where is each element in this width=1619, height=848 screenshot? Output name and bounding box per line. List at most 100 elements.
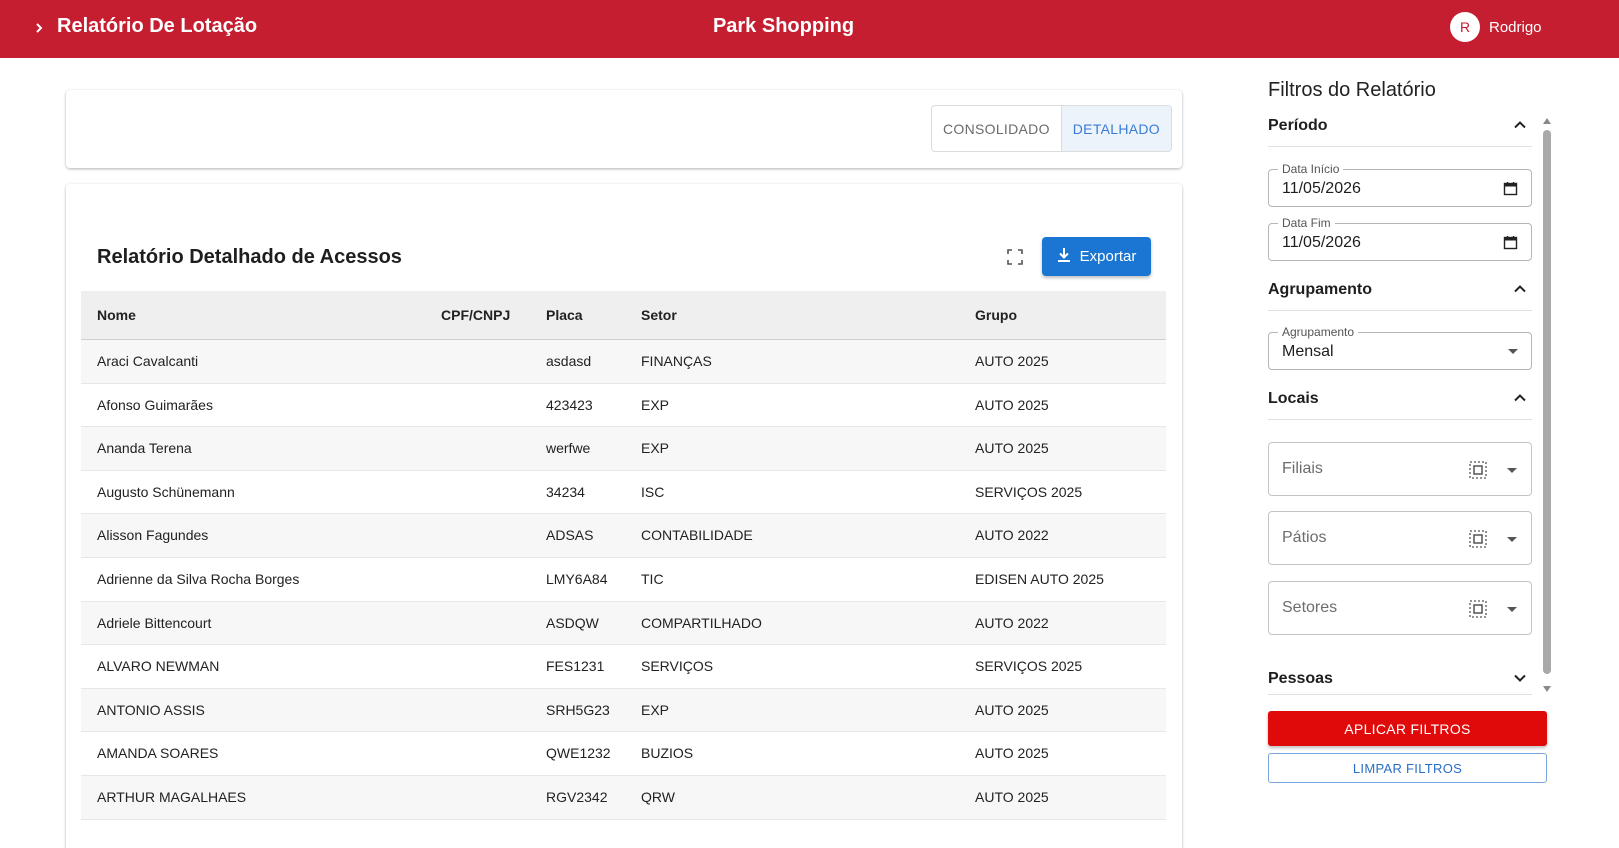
field-label: Agrupamento [1278, 325, 1359, 339]
chevron-right-icon[interactable] [28, 14, 50, 42]
table-row[interactable]: ANTONIO ASSIS SRH5G23 EXP AUTO 2025 [81, 688, 1166, 733]
cell-grupo: AUTO 2025 [975, 396, 1049, 413]
cell-grupo: EDISEN AUTO 2025 [975, 570, 1104, 587]
column-header-cpf-cnpj[interactable]: CPF/CNPJ [441, 291, 510, 339]
cell-setor: FINANÇAS [641, 353, 712, 369]
user-name[interactable]: Rodrigo [1489, 19, 1542, 36]
cell-setor: CONTABILIDADE [641, 527, 753, 544]
toggle-detalhado[interactable]: DETALHADO [1060, 106, 1171, 151]
app-header: Relatório De Lotação Park Shopping R Rod… [0, 0, 1619, 58]
agrupamento-select[interactable]: Agrupamento Mensal [1268, 325, 1532, 370]
cell-placa: 34234 [546, 483, 585, 500]
cell-placa: werfwe [546, 440, 591, 457]
table-row[interactable]: Afonso Guimarães 423423 EXP AUTO 2025 [81, 384, 1166, 428]
setores-select[interactable]: Setores [1268, 581, 1532, 635]
download-icon [1057, 247, 1071, 267]
clear-filters-button[interactable]: LIMPAR FILTROS [1268, 753, 1547, 783]
dropdown-arrow-icon[interactable] [1507, 607, 1517, 612]
section-pessoas[interactable]: Pessoas [1268, 666, 1532, 695]
cell-setor: TIC [641, 570, 664, 587]
field-label: Data Fim [1278, 216, 1335, 230]
cell-placa: asdasd [546, 353, 592, 369]
section-label: Locais [1268, 390, 1319, 407]
cell-nome: Afonso Guimarães [97, 396, 213, 413]
dropdown-arrow-icon[interactable] [1507, 468, 1517, 473]
cell-nome: ANTONIO ASSIS [97, 701, 205, 718]
calendar-icon[interactable] [1503, 235, 1518, 250]
table-row[interactable]: AMANDA SOARES QWE1232 BUZIOS AUTO 2025 [81, 732, 1166, 776]
field-label: Data Início [1278, 162, 1344, 176]
toggle-consolidado[interactable]: CONSOLIDADO [932, 106, 1061, 151]
section-locais[interactable]: Locais [1268, 386, 1532, 420]
select-placeholder: Filiais [1282, 460, 1323, 477]
cell-grupo: SERVIÇOS 2025 [975, 483, 1083, 500]
filters-scrollbar[interactable] [1543, 118, 1551, 692]
table-row[interactable]: Araci Cavalcanti asdasd FINANÇAS AUTO 2025 [81, 340, 1166, 384]
cell-placa: FES1231 [546, 658, 605, 675]
table-row[interactable]: Ananda Terena werfwe EXP AUTO 2025 [81, 427, 1166, 471]
cell-setor: COMPARTILHADO [641, 614, 762, 631]
avatar[interactable]: R [1450, 12, 1480, 42]
cell-placa: RGV2342 [546, 788, 608, 805]
filters-title: Filtros do Relatório [1268, 79, 1436, 101]
cell-setor: QRW [641, 788, 675, 805]
access-table: Nome CPF/CNPJ Placa Setor Grupo Araci Ca… [81, 291, 1166, 820]
column-header-setor[interactable]: Setor [641, 291, 677, 339]
chevron-up-icon[interactable] [1512, 390, 1528, 406]
dropdown-arrow-icon[interactable] [1508, 349, 1518, 354]
table-row[interactable]: Augusto Schünemann 34234 ISC SERVIÇOS 2025 [81, 471, 1166, 515]
cell-grupo: AUTO 2025 [975, 745, 1049, 762]
column-header-nome[interactable]: Nome [97, 291, 136, 339]
table-row[interactable]: Alisson Fagundes ADSAS CONTABILIDADE AUTO 2… [81, 514, 1166, 558]
table-header: Nome CPF/CNPJ Placa Setor Grupo [81, 291, 1166, 340]
table-row[interactable]: ALVARO NEWMAN FES1231 SERVIÇOS SERVIÇOS 202… [81, 645, 1166, 689]
table-body: Araci Cavalcanti asdasd FINANÇAS AUTO 2025 A… [81, 340, 1166, 820]
field-value[interactable]: 11/05/2026 [1282, 180, 1361, 198]
scrollbar-thumb[interactable] [1543, 130, 1551, 674]
user-menu[interactable]: R Rodrigo [1450, 12, 1542, 42]
table-row[interactable]: Adriele Bittencourt ASDQW COMPARTILHADO AUT… [81, 601, 1166, 646]
select-all-icon[interactable] [1469, 461, 1487, 479]
scroll-up-icon[interactable] [1543, 118, 1551, 124]
table-row[interactable]: Adrienne da Silva Rocha Borges LMY6A84 TIC… [81, 558, 1166, 602]
start-date-field[interactable]: Data Início 11/05/2026 [1268, 162, 1532, 207]
cell-placa: ADSAS [546, 527, 594, 544]
cell-placa: 423423 [546, 396, 593, 413]
column-header-placa[interactable]: Placa [546, 291, 583, 339]
cell-nome: ALVARO NEWMAN [97, 658, 220, 675]
section-periodo[interactable]: Período [1268, 113, 1532, 147]
patios-select[interactable]: Pátios [1268, 511, 1532, 565]
filiais-select[interactable]: Filiais [1268, 442, 1532, 496]
section-label: Período [1268, 117, 1328, 134]
select-placeholder: Pátios [1282, 529, 1327, 546]
section-label: Agrupamento [1268, 281, 1372, 298]
calendar-icon[interactable] [1503, 181, 1518, 196]
scroll-down-icon[interactable] [1543, 686, 1551, 692]
select-all-icon[interactable] [1469, 600, 1487, 618]
cell-setor: EXP [641, 396, 670, 413]
cell-placa: SRH5G23 [546, 701, 610, 718]
fullscreen-icon[interactable] [1004, 246, 1026, 268]
view-toggle-card: CONSOLIDADO DETALHADO [66, 90, 1182, 168]
cell-grupo: AUTO 2022 [975, 527, 1049, 544]
section-agrupamento[interactable]: Agrupamento [1268, 277, 1532, 311]
cell-nome: Adrienne da Silva Rocha Borges [97, 570, 300, 587]
table-row[interactable]: ARTHUR MAGALHAES RGV2342 QRW AUTO 2025 [81, 775, 1166, 820]
cell-grupo: AUTO 2025 [975, 788, 1049, 805]
report-card: Relatório Detalhado de Acessos Exportar … [66, 184, 1182, 848]
field-value[interactable]: Mensal [1282, 343, 1334, 361]
apply-filters-button[interactable]: APLICAR FILTROS [1268, 711, 1547, 746]
chevron-up-icon[interactable] [1512, 117, 1528, 133]
cell-nome: Adriele Bittencourt [97, 614, 212, 631]
field-value[interactable]: 11/05/2026 [1282, 234, 1361, 252]
end-date-field[interactable]: Data Fim 11/05/2026 [1268, 216, 1532, 261]
export-button[interactable]: Exportar [1042, 237, 1151, 276]
chevron-down-icon[interactable] [1512, 670, 1528, 686]
cell-grupo: AUTO 2025 [975, 701, 1049, 718]
chevron-up-icon[interactable] [1512, 281, 1528, 297]
dropdown-arrow-icon[interactable] [1507, 537, 1517, 542]
cell-nome: Ananda Terena [97, 440, 192, 457]
select-all-icon[interactable] [1469, 530, 1487, 548]
cell-setor: EXP [641, 440, 670, 457]
column-header-grupo[interactable]: Grupo [975, 291, 1017, 339]
